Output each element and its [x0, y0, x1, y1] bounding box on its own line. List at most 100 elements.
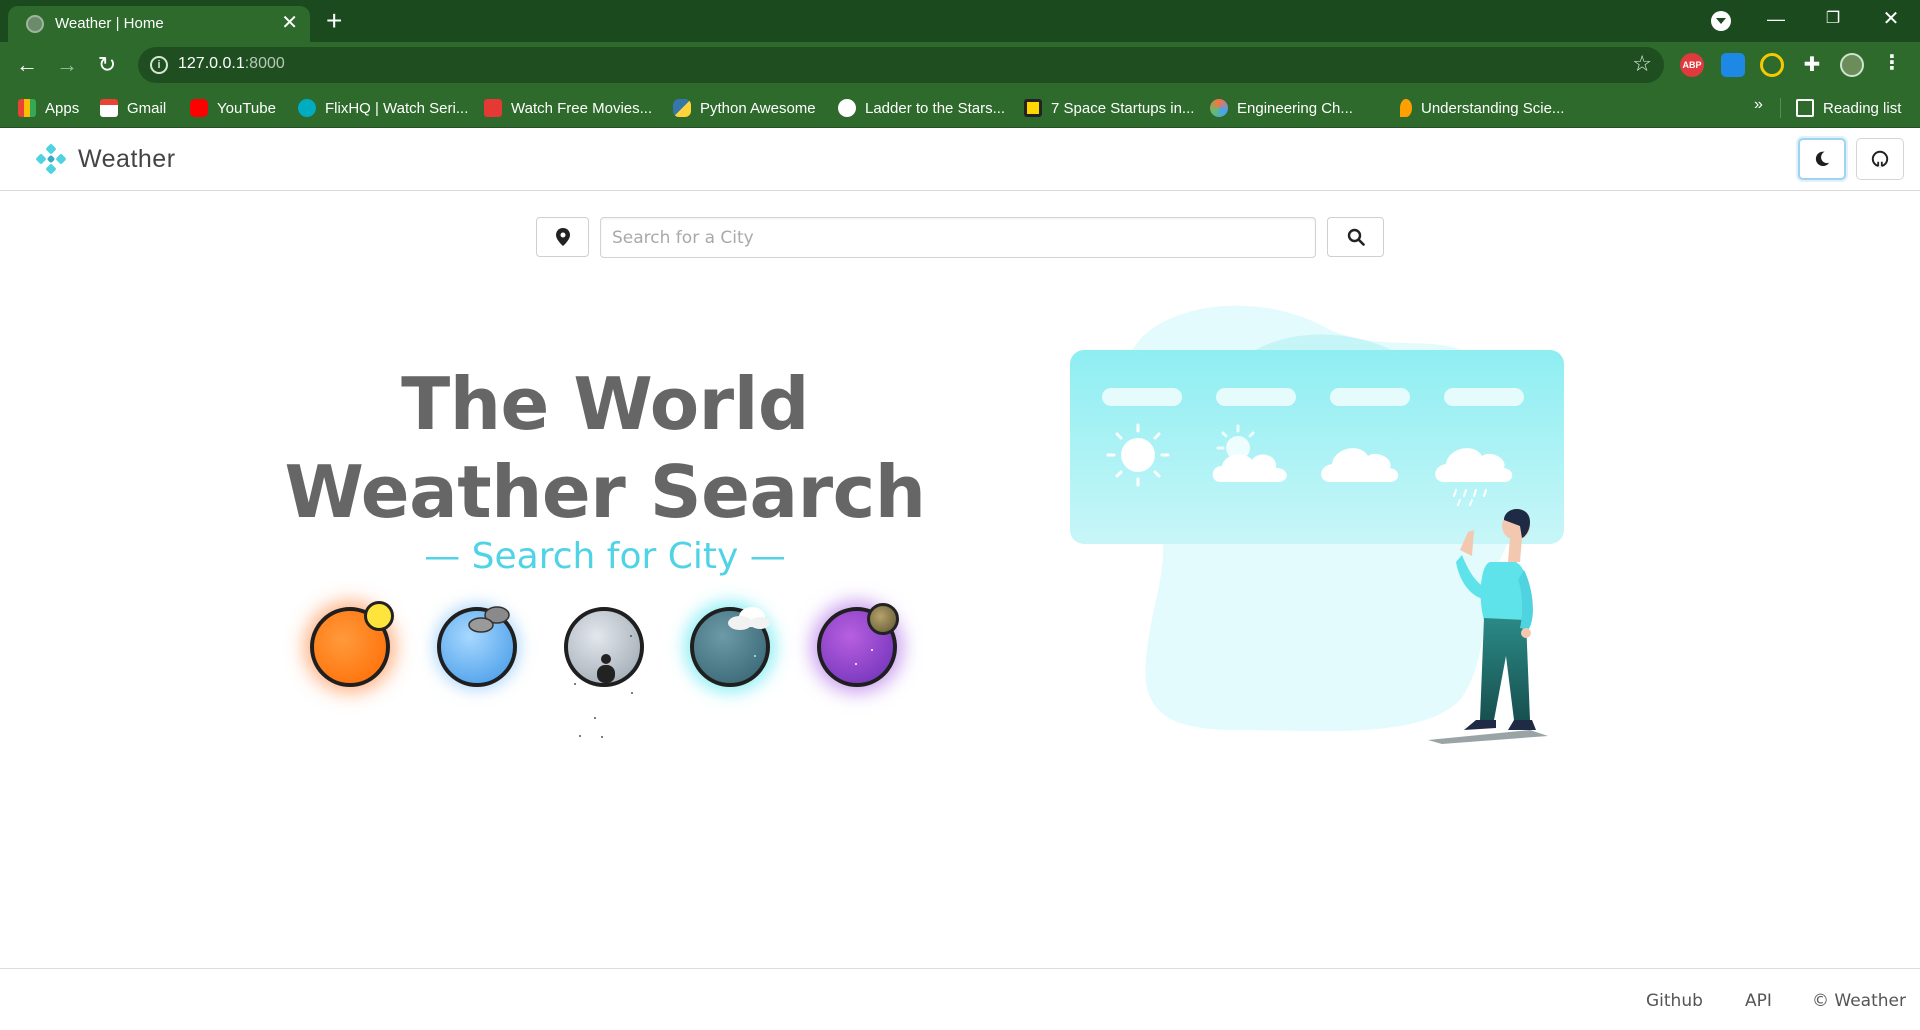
close-window-icon[interactable]: ✕ — [1876, 6, 1906, 32]
weather-forecast-illustration — [1070, 305, 1564, 744]
bookmark-label: Engineering Ch... — [1237, 99, 1353, 117]
bookmark-label: Understanding Scie... — [1421, 99, 1565, 117]
browser-tab[interactable]: Weather | Home ✕ — [8, 6, 310, 42]
star-dot — [871, 649, 873, 651]
flame-icon — [1400, 99, 1412, 117]
locate-me-button[interactable] — [536, 217, 589, 257]
city-search-input[interactable] — [600, 217, 1316, 258]
github-button[interactable] — [1856, 138, 1904, 180]
bookmark-science[interactable]: Understanding Scie... — [1400, 97, 1564, 119]
star-dot — [631, 692, 633, 694]
apps-grid-icon — [18, 99, 36, 117]
cloudy-orb — [437, 606, 517, 687]
footer-github-link[interactable]: Github — [1646, 991, 1703, 1011]
bookmark-youtube[interactable]: YouTube — [190, 97, 276, 119]
bookmark-label: 7 Space Startups in... — [1051, 99, 1195, 117]
search-bar — [0, 217, 1920, 259]
person-silhouette-icon — [597, 654, 615, 683]
bookmark-engineering[interactable]: Engineering Ch... — [1210, 97, 1353, 119]
startup-icon — [1024, 99, 1042, 117]
site-info-icon[interactable]: i — [150, 56, 168, 74]
bookmark-flixhq[interactable]: FlixHQ | Watch Seri... — [298, 97, 468, 119]
gear-icon — [1210, 99, 1228, 117]
bookmarks-divider — [1780, 98, 1781, 118]
rocket-icon — [838, 99, 856, 117]
back-icon[interactable]: ← — [12, 50, 42, 80]
puzzle-extensions-icon[interactable]: ✚ — [1800, 53, 1824, 77]
bookmark-label: FlixHQ | Watch Seri... — [325, 99, 469, 117]
bookmark-label: Watch Free Movies... — [511, 99, 653, 117]
share-extension-icon[interactable] — [1721, 53, 1745, 77]
bookmark-ladder[interactable]: Ladder to the Stars... — [838, 97, 1005, 119]
site-navbar: Weather — [0, 128, 1920, 191]
star-dot — [630, 635, 632, 637]
map-pin-icon — [555, 228, 570, 246]
bookmark-gmail[interactable]: Gmail — [100, 97, 166, 119]
footer-api-link[interactable]: API — [1745, 991, 1772, 1011]
adblock-icon[interactable]: ABP — [1680, 53, 1704, 77]
star-dot — [594, 717, 596, 719]
fog-orb — [564, 607, 644, 687]
youtube-icon — [190, 99, 208, 117]
more-bookmarks-button[interactable]: » — [1754, 96, 1763, 114]
bookmark-movies[interactable]: Watch Free Movies... — [484, 97, 652, 119]
star-dot — [855, 663, 857, 665]
star-dot — [754, 655, 756, 657]
coin-extension-icon[interactable] — [1760, 53, 1784, 77]
url-port: :8000 — [244, 55, 285, 72]
reading-list-button[interactable]: Reading list — [1796, 97, 1901, 119]
star-dot — [601, 736, 603, 738]
footer-copyright: © Weather — [1812, 991, 1906, 1011]
star-dot — [574, 683, 576, 685]
brand-logo-icon — [35, 143, 67, 175]
bookmark-label: YouTube — [217, 99, 276, 117]
night-moon-orb — [817, 603, 899, 687]
menu-kebab-icon[interactable]: ⋮ — [1880, 53, 1904, 77]
bookmarks-bar: Apps Gmail YouTube FlixHQ | Watch Seri..… — [0, 88, 1920, 128]
search-button[interactable] — [1327, 217, 1384, 257]
star-dot — [579, 735, 581, 737]
address-bar[interactable]: i 127.0.0.1:8000 ☆ — [138, 47, 1664, 83]
site-footer: Github API © Weather — [0, 968, 1920, 1030]
theme-toggle-button[interactable] — [1798, 138, 1846, 180]
hero-title-line1: The World — [401, 362, 809, 446]
hero-title-line2: Weather Search — [284, 450, 926, 534]
github-icon — [1871, 150, 1889, 168]
cloud-icon — [468, 606, 510, 633]
hero-subtitle: — Search for City — — [424, 536, 786, 577]
reading-list-label: Reading list — [1823, 99, 1902, 117]
sun-icon — [364, 601, 394, 631]
moon-icon — [1815, 151, 1830, 167]
reload-icon[interactable]: ↻ — [92, 50, 122, 80]
close-tab-icon[interactable]: ✕ — [281, 12, 298, 34]
flixhq-icon — [298, 99, 316, 117]
bookmark-space[interactable]: 7 Space Startups in... — [1024, 97, 1194, 119]
forward-icon[interactable]: → — [52, 50, 82, 80]
python-icon — [673, 99, 691, 117]
sunny-orb — [310, 601, 394, 687]
reading-list-icon — [1796, 99, 1814, 117]
bookmark-label: Ladder to the Stars... — [865, 99, 1006, 117]
hero-title: The World Weather Search — [250, 360, 960, 536]
globe-icon — [26, 15, 44, 33]
movies-icon — [484, 99, 502, 117]
white-cloud-icon — [728, 607, 770, 630]
bookmark-apps[interactable]: Apps — [18, 97, 79, 119]
tab-search-icon[interactable] — [1711, 11, 1731, 31]
minimize-icon[interactable]: — — [1761, 6, 1791, 32]
night-cloud-orb — [690, 607, 770, 687]
tab-title: Weather | Home — [55, 15, 164, 32]
profile-avatar[interactable] — [1840, 53, 1864, 77]
moon-planet-icon — [867, 603, 899, 635]
restore-icon[interactable]: ❐ — [1818, 6, 1848, 32]
bookmark-label: Apps — [45, 99, 80, 117]
bookmark-python[interactable]: Python Awesome — [673, 97, 816, 119]
bookmark-label: Python Awesome — [700, 99, 816, 117]
gmail-icon — [100, 99, 118, 117]
bookmark-star-icon[interactable]: ☆ — [1632, 51, 1652, 77]
brand-link[interactable]: Weather — [35, 143, 176, 175]
bookmark-label: Gmail — [127, 99, 167, 117]
new-tab-button[interactable]: + — [326, 6, 342, 36]
browser-tabstrip: Weather | Home ✕ + — ❐ ✕ — [0, 0, 1920, 42]
url-host: 127.0.0.1 — [178, 55, 245, 72]
